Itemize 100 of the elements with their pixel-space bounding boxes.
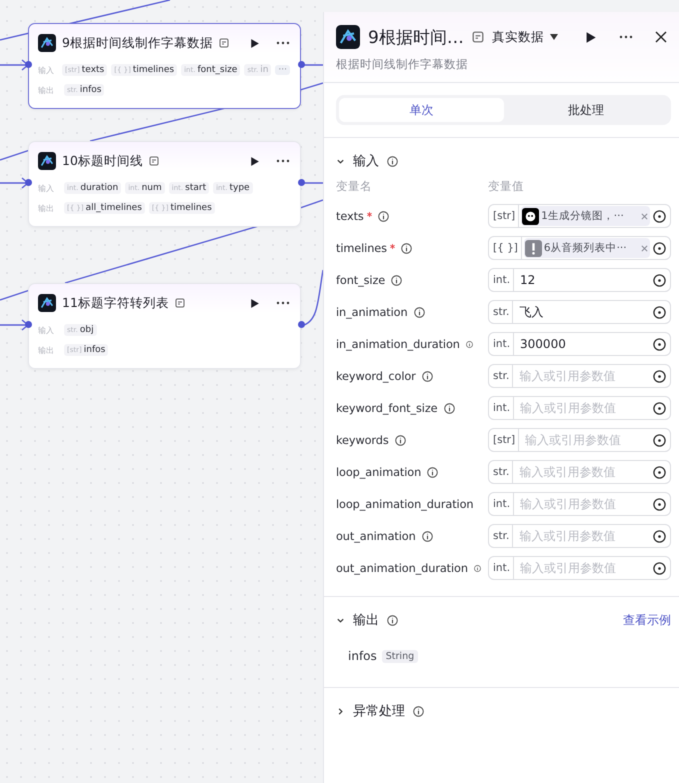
view-example-link[interactable]: 查看示例 bbox=[623, 612, 671, 628]
variable-name: in_animation bbox=[336, 306, 408, 318]
reference-icon[interactable] bbox=[653, 306, 666, 318]
value-field[interactable]: str. 输入或引用参数值 bbox=[488, 460, 671, 484]
type-label: [str] bbox=[489, 429, 520, 451]
reference-icon[interactable] bbox=[653, 242, 666, 254]
node-title: 9根据时间线制作字幕数据 bbox=[62, 34, 213, 52]
value-field[interactable]: int. 300000 bbox=[488, 332, 671, 356]
reference-icon[interactable] bbox=[653, 562, 666, 574]
more-button[interactable] bbox=[619, 35, 633, 39]
reference-icon[interactable] bbox=[653, 498, 666, 510]
data-mode-dropdown[interactable]: 真实数据 bbox=[492, 28, 558, 46]
output-handle[interactable] bbox=[298, 179, 305, 186]
info-icon bbox=[387, 156, 398, 166]
info-icon bbox=[474, 564, 481, 572]
reference-chip[interactable]: 1生成分镜图，··· bbox=[521, 206, 650, 226]
value-field[interactable]: str. 输入或引用参数值 bbox=[488, 524, 671, 548]
value-input[interactable]: 输入或引用参数值 bbox=[513, 529, 653, 543]
remove-button[interactable] bbox=[641, 212, 648, 220]
variable-name: font_size bbox=[336, 274, 386, 286]
info-icon bbox=[414, 306, 425, 318]
debug-icon[interactable] bbox=[174, 298, 185, 308]
info-icon bbox=[422, 530, 433, 542]
reference-icon[interactable] bbox=[653, 210, 666, 222]
value-input[interactable]: 输入或引用参数值 bbox=[513, 369, 653, 383]
value-field[interactable]: str. 飞入 bbox=[488, 300, 671, 324]
output-name: infos bbox=[348, 649, 377, 663]
close-button[interactable] bbox=[655, 31, 667, 43]
type-label: int. bbox=[489, 333, 514, 355]
info-icon bbox=[444, 402, 455, 414]
value-field[interactable]: int. 输入或引用参数值 bbox=[488, 492, 671, 516]
value-field[interactable]: int. 输入或引用参数值 bbox=[488, 556, 671, 580]
more-button[interactable] bbox=[276, 301, 290, 305]
reference-icon[interactable] bbox=[653, 530, 666, 542]
value-field[interactable]: [str] 1生成分镜图，··· bbox=[488, 204, 671, 228]
output-handle[interactable] bbox=[298, 321, 305, 328]
variable-name: keyword_font_size bbox=[336, 402, 438, 414]
info-icon bbox=[378, 210, 389, 222]
node-logo-icon bbox=[38, 294, 56, 312]
reference-text: 1生成分镜图，··· bbox=[541, 209, 625, 223]
run-button[interactable] bbox=[249, 298, 260, 308]
input-handle[interactable] bbox=[25, 61, 32, 68]
value-input[interactable]: 300000 bbox=[514, 337, 653, 351]
value-input[interactable]: 输入或引用参数值 bbox=[513, 465, 653, 479]
info-icon bbox=[422, 370, 433, 382]
remove-button[interactable] bbox=[641, 244, 648, 252]
more-ports: ··· bbox=[275, 65, 290, 75]
run-button[interactable] bbox=[249, 38, 260, 48]
port-label: 输出 bbox=[38, 84, 55, 96]
variable-name: keyword_color bbox=[336, 370, 416, 382]
info-icon bbox=[466, 340, 473, 348]
node-title: 10标题时间线 bbox=[62, 152, 143, 170]
input-handle[interactable] bbox=[25, 179, 32, 186]
column-header: 变量值 bbox=[488, 178, 525, 194]
port-label: 输出 bbox=[38, 202, 55, 214]
port-label: 输出 bbox=[38, 344, 55, 356]
info-icon bbox=[427, 466, 438, 478]
reference-icon[interactable] bbox=[653, 434, 666, 446]
value-input[interactable]: 12 bbox=[514, 273, 653, 287]
collapse-toggle[interactable] bbox=[336, 706, 345, 716]
required-icon bbox=[366, 212, 372, 216]
value-field[interactable]: str. 输入或引用参数值 bbox=[488, 364, 671, 388]
reference-icon[interactable] bbox=[653, 402, 666, 414]
value-input[interactable]: 飞入 bbox=[513, 305, 653, 319]
debug-icon[interactable] bbox=[472, 31, 484, 43]
connector-line bbox=[300, 199, 323, 209]
info-icon bbox=[391, 274, 402, 286]
debug-icon[interactable] bbox=[148, 156, 159, 166]
reference-icon[interactable] bbox=[653, 466, 666, 478]
value-input[interactable]: 输入或引用参数值 bbox=[519, 433, 653, 447]
output-handle[interactable] bbox=[298, 61, 305, 68]
value-field[interactable]: [str] 输入或引用参数值 bbox=[488, 428, 671, 452]
run-button[interactable] bbox=[584, 30, 597, 44]
value-input[interactable]: 输入或引用参数值 bbox=[514, 497, 653, 511]
more-button[interactable] bbox=[276, 159, 290, 163]
value-input[interactable]: 输入或引用参数值 bbox=[514, 401, 653, 415]
panel-title: 9根据时间… bbox=[368, 26, 464, 48]
required-icon bbox=[390, 244, 395, 248]
type-label: int. bbox=[489, 269, 514, 291]
reference-icon[interactable] bbox=[653, 274, 666, 286]
debug-icon[interactable] bbox=[218, 38, 229, 48]
more-button[interactable] bbox=[276, 41, 290, 45]
value-field[interactable]: [{ }] 6从音频列表中··· bbox=[488, 236, 671, 260]
reference-icon[interactable] bbox=[653, 338, 666, 350]
port-label: 输入 bbox=[38, 324, 55, 336]
info-icon bbox=[413, 706, 424, 716]
connector-line bbox=[302, 64, 323, 66]
input-handle[interactable] bbox=[25, 321, 32, 328]
variable-name: out_animation bbox=[336, 530, 416, 542]
reference-icon[interactable] bbox=[653, 370, 666, 382]
type-label: str. bbox=[489, 525, 514, 547]
mode-tab[interactable]: 批处理 bbox=[504, 98, 668, 122]
mode-tab[interactable]: 单次 bbox=[339, 98, 504, 122]
value-input[interactable]: 输入或引用参数值 bbox=[514, 561, 653, 575]
close-icon bbox=[655, 31, 667, 43]
node-logo-icon bbox=[336, 25, 360, 49]
value-field[interactable]: int. 12 bbox=[488, 268, 671, 292]
reference-chip[interactable]: 6从音频列表中··· bbox=[524, 238, 650, 258]
run-button[interactable] bbox=[249, 156, 260, 166]
value-field[interactable]: int. 输入或引用参数值 bbox=[488, 396, 671, 420]
